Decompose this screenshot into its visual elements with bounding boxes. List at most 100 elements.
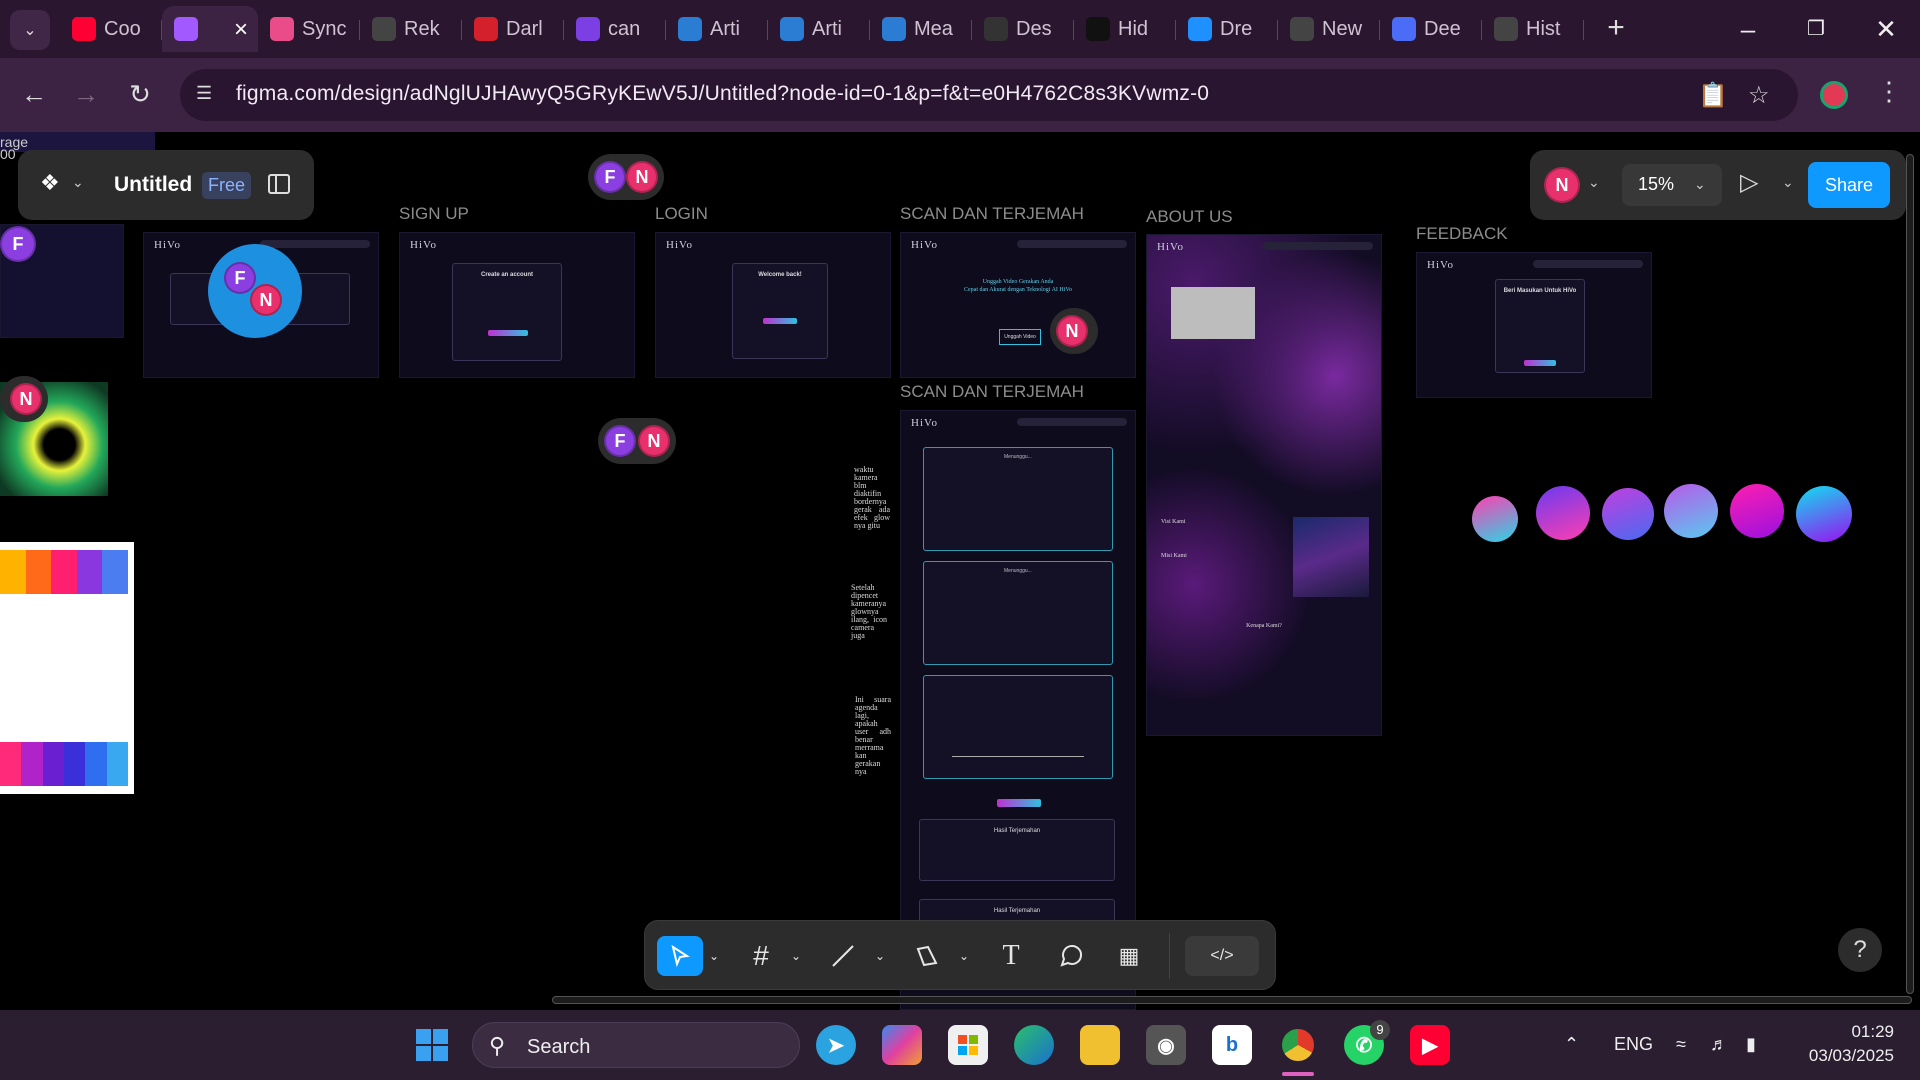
frame-label-scan-2[interactable]: SCAN DAN TERJEMAH — [900, 382, 1084, 402]
line-tool-icon[interactable] — [821, 936, 865, 976]
windows-start-icon[interactable] — [412, 1025, 452, 1065]
gradient-orb-2[interactable] — [1536, 486, 1590, 540]
clock-date[interactable]: 03/03/2025 — [1794, 1046, 1894, 1066]
frame-label-scan-1[interactable]: SCAN DAN TERJEMAH — [900, 204, 1084, 224]
browser-tab[interactable]: Hist — [1482, 6, 1584, 52]
frame-label-about[interactable]: ABOUT US — [1146, 207, 1233, 227]
horizontal-scrollbar[interactable] — [552, 996, 1912, 1004]
browser-tab[interactable]: Darl — [462, 6, 564, 52]
frame-tool-icon[interactable]: # — [739, 936, 783, 976]
clipboard-icon[interactable]: 📋 — [1698, 81, 1728, 110]
forward-icon[interactable]: → — [68, 76, 104, 112]
signup-frame[interactable]: HiVo Create an account — [399, 232, 635, 378]
address-bar[interactable]: ☰ figma.com/design/adNglUJHAwyQ5GRyKEwV5… — [180, 69, 1798, 121]
new-tab-icon[interactable]: + — [1598, 10, 1634, 46]
minimize-icon[interactable]: – — [1728, 12, 1768, 46]
close-tab-icon[interactable]: × — [234, 16, 248, 44]
plan-badge[interactable]: Free — [202, 172, 252, 199]
language-indicator[interactable]: ENG — [1614, 1034, 1653, 1055]
about-frame[interactable]: HiVo Visi Kami Misi Kami Kenapa Kami? — [1146, 234, 1382, 736]
chevron-down-icon[interactable]: ⌄ — [957, 936, 971, 976]
chevron-down-icon[interactable]: ⌄ — [789, 936, 803, 976]
collaborator-avatar-n: N — [638, 425, 670, 457]
restore-icon[interactable]: ❐ — [1796, 12, 1836, 46]
move-tool-icon[interactable] — [657, 936, 703, 976]
browser-tab[interactable]: Sync — [258, 6, 360, 52]
scan-frame-1[interactable]: HiVo Unggah Video Gerakan Anda Cepat dan… — [900, 232, 1136, 378]
wifi-icon[interactable]: ≈ — [1676, 1034, 1686, 1055]
edge-icon[interactable] — [1014, 1025, 1054, 1065]
file-explorer-icon[interactable] — [1080, 1025, 1120, 1065]
browser-tab[interactable]: Dee — [1380, 6, 1482, 52]
chevron-down-icon[interactable]: ⌄ — [873, 936, 887, 976]
zoom-control[interactable]: 15% ⌄ — [1622, 164, 1722, 206]
file-name[interactable]: Untitled — [114, 173, 192, 197]
browser-tab[interactable]: Dre — [1176, 6, 1278, 52]
share-button[interactable]: Share — [1808, 162, 1890, 208]
url-text[interactable]: figma.com/design/adNglUJHAwyQ5GRyKEwV5J/… — [236, 82, 1209, 106]
browser-tab[interactable]: can — [564, 6, 666, 52]
site-info-icon[interactable]: ☰ — [196, 83, 212, 104]
gradient-orb-6[interactable] — [1796, 486, 1852, 542]
browser-tab[interactable]: Des — [972, 6, 1074, 52]
pen-tool-icon[interactable] — [905, 936, 949, 976]
sticky-note-2[interactable]: Setelah dipencet kameranya glownya ilang… — [851, 584, 887, 640]
browser-tab[interactable]: New — [1278, 6, 1380, 52]
login-frame[interactable]: HiVo Welcome back! — [655, 232, 891, 378]
close-window-icon[interactable]: ✕ — [1866, 12, 1906, 46]
sidebar-toggle-icon[interactable] — [268, 174, 290, 194]
browser-menu-icon[interactable]: ⋮ — [1876, 76, 1902, 107]
microsoft-store-icon[interactable] — [948, 1025, 988, 1065]
bookmark-star-icon[interactable]: ☆ — [1748, 81, 1770, 110]
browser-tab[interactable]: Rek — [360, 6, 462, 52]
battery-icon[interactable]: ▮ — [1746, 1034, 1756, 1055]
figma-icon — [174, 17, 198, 41]
sticky-note-1[interactable]: waktu kamera blm diaktifin bordernya ger… — [854, 466, 890, 530]
profile-avatar[interactable] — [1820, 81, 1848, 109]
camera-icon[interactable]: ◉ — [1146, 1025, 1186, 1065]
chevron-down-icon[interactable]: ⌄ — [72, 174, 84, 191]
frame-label-signup[interactable]: SIGN UP — [399, 204, 469, 224]
browser-tab[interactable]: × — [162, 6, 258, 52]
palette-card[interactable] — [0, 542, 134, 794]
tray-chevron-icon[interactable]: ⌃ — [1564, 1034, 1579, 1055]
figma-canvas[interactable]: rage 00 F N HiVo F N F N F N SIGN UP HiV… — [0, 132, 1920, 1010]
bing-icon[interactable]: b — [1212, 1025, 1252, 1065]
reload-icon[interactable]: ↻ — [122, 76, 158, 112]
vertical-scrollbar[interactable] — [1906, 154, 1914, 994]
figma-menu-icon[interactable]: ❖ — [40, 170, 60, 196]
chevron-down-icon[interactable]: ⌄ — [707, 936, 721, 976]
clock-time[interactable]: 01:29 — [1810, 1022, 1894, 1042]
browser-tab[interactable]: Coo — [60, 6, 162, 52]
volume-icon[interactable]: ♬ — [1710, 1034, 1728, 1055]
user-avatar[interactable]: N — [1544, 167, 1580, 203]
browser-tab[interactable]: Hid — [1074, 6, 1176, 52]
back-icon[interactable]: ← — [16, 76, 52, 112]
browser-tab[interactable]: Arti — [768, 6, 870, 52]
dev-mode-toggle-icon[interactable]: </> — [1185, 936, 1259, 976]
youtube-icon[interactable]: ▶ — [1410, 1025, 1450, 1065]
sticky-note-3[interactable]: Ini suara agenda lagi, apakah user adh b… — [855, 696, 891, 776]
browser-tab[interactable]: Mea — [870, 6, 972, 52]
copilot-icon[interactable] — [882, 1025, 922, 1065]
frame-label-login[interactable]: LOGIN — [655, 204, 708, 224]
swatch-bottom-4 — [63, 742, 86, 786]
taskbar-search[interactable]: ⚲ Search — [472, 1022, 800, 1068]
help-button[interactable]: ? — [1838, 928, 1882, 972]
gradient-orb-3[interactable] — [1602, 488, 1654, 540]
present-play-icon[interactable]: ▷ — [1740, 168, 1758, 197]
chevron-down-icon[interactable]: ⌄ — [1588, 174, 1600, 191]
gradient-orb-5[interactable] — [1730, 484, 1784, 538]
gradient-orb-4[interactable] — [1664, 484, 1718, 538]
actions-tool-icon[interactable]: ▦ — [1107, 936, 1151, 976]
tab-search-chevron-icon[interactable]: ⌄ — [10, 10, 50, 50]
browser-tab[interactable]: Arti — [666, 6, 768, 52]
chevron-down-icon[interactable]: ⌄ — [1782, 174, 1794, 191]
gradient-orb-1[interactable] — [1472, 496, 1518, 542]
comment-tool-icon[interactable] — [1049, 936, 1093, 976]
telegram-icon[interactable]: ➤ — [816, 1025, 856, 1065]
frame-label-feedback[interactable]: FEEDBACK — [1416, 224, 1508, 244]
text-tool-icon[interactable]: T — [989, 936, 1033, 976]
feedback-frame[interactable]: HiVo Beri Masukan Untuk HiVo — [1416, 252, 1652, 398]
chrome-icon[interactable] — [1278, 1025, 1318, 1065]
